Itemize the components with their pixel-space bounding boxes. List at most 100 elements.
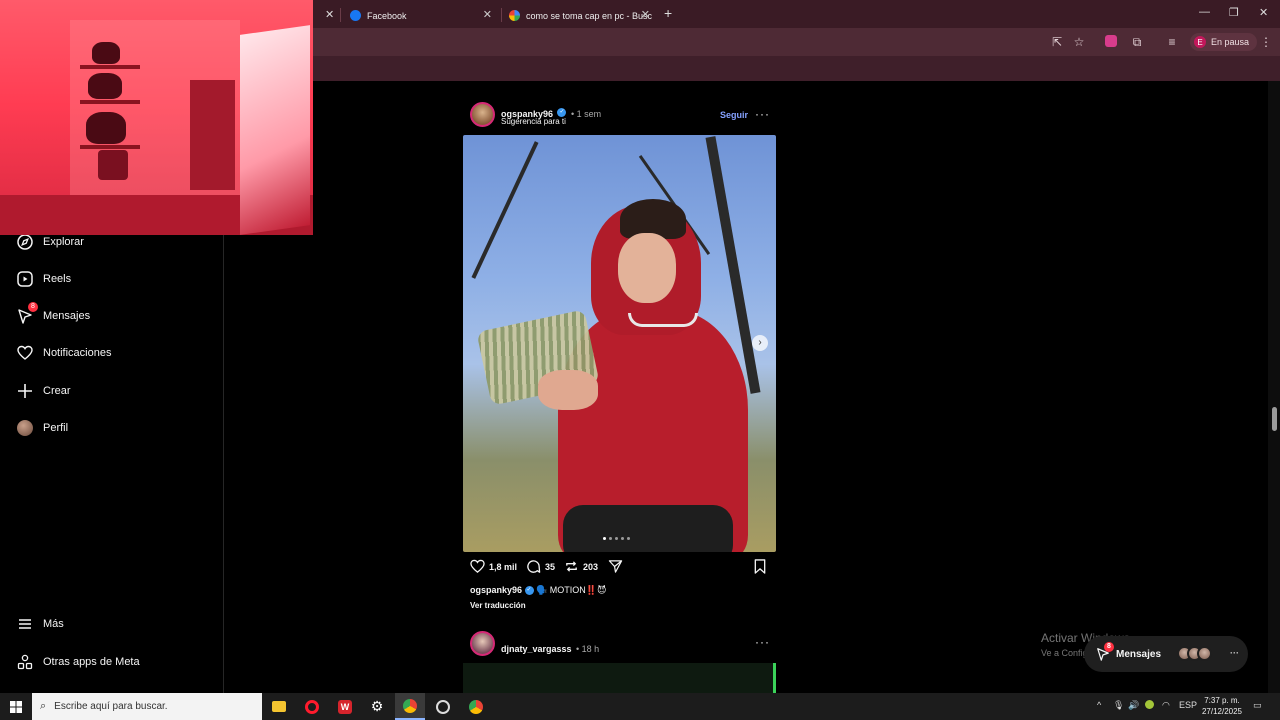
post-image[interactable] <box>463 663 776 693</box>
more-options-icon[interactable]: ··· <box>755 107 770 121</box>
scrollbar-thumb[interactable] <box>1272 407 1277 431</box>
caption-username[interactable]: ogspanky96 <box>470 585 522 595</box>
subject-pants <box>563 505 733 552</box>
repost-button[interactable]: 203 <box>564 559 598 574</box>
comments-count: 35 <box>545 561 556 572</box>
post-time[interactable]: 18 h <box>582 644 600 654</box>
like-button[interactable]: 1,8 mil <box>470 559 517 574</box>
chrome-icon <box>403 698 417 713</box>
file-explorer-button[interactable] <box>264 693 294 720</box>
avatar[interactable] <box>470 631 495 656</box>
post-caption: ogspanky96 ✓ 🗣️ MOTION‼️😈 <box>470 585 606 596</box>
close-window-icon[interactable]: ✕ <box>1259 6 1268 19</box>
see-translation-link[interactable]: Ver traducción <box>470 601 526 610</box>
shelf <box>80 145 140 149</box>
image-edge <box>773 663 776 693</box>
taskbar-clock[interactable]: 7:37 p. m. 27/12/2025 <box>1198 695 1246 717</box>
microphone-icon[interactable]: 🎙 <box>1113 700 1124 711</box>
save-button[interactable] <box>753 559 771 574</box>
reposts-count: 203 <box>583 561 599 572</box>
browser-menu-icon[interactable]: ⋮ <box>1259 35 1273 49</box>
shelf <box>80 100 140 104</box>
media-control-icon[interactable]: ≡ <box>1165 35 1179 49</box>
tab-google-search[interactable]: como se toma cap en pc - Busc ✕ <box>503 3 658 28</box>
sidebar-item-label: Explorar <box>43 236 84 248</box>
extension-badge-icon[interactable] <box>1104 35 1118 49</box>
comment-button[interactable]: 35 <box>526 559 555 574</box>
sidebar-item-explorar[interactable]: Explorar <box>16 232 84 252</box>
settings-button[interactable]: ⚙ <box>362 693 392 720</box>
follow-button[interactable]: Seguir <box>720 110 748 120</box>
post-time[interactable]: 1 sem <box>577 109 602 119</box>
sidebar-item-label: Otras apps de Meta <box>43 656 140 668</box>
chrome-icon <box>469 699 483 714</box>
obs-button[interactable] <box>428 693 458 720</box>
carousel-dot <box>609 537 612 540</box>
more-options-icon[interactable]: ··· <box>755 635 770 649</box>
menu-icon <box>16 615 34 633</box>
windows-icon <box>10 700 22 713</box>
subject-chain <box>628 313 698 327</box>
messages-floating-bar[interactable]: 8 Mensajes ··· <box>1084 636 1248 672</box>
sidebar-item-label: Perfil <box>43 422 69 434</box>
google-icon <box>509 10 520 21</box>
sidebar-item-reels[interactable]: Reels <box>16 269 71 289</box>
post-image[interactable]: › <box>463 135 776 552</box>
doorway <box>190 80 235 190</box>
taskbar-search-input[interactable]: ⌕ Escribe aquí para buscar. <box>32 693 262 720</box>
gear-icon: ⚙ <box>370 698 384 714</box>
carousel-dot <box>615 537 618 540</box>
carousel-dot <box>621 537 624 540</box>
sidebar-item-mensajes[interactable]: 8 Mensajes <box>16 302 90 326</box>
sidebar-item-label: Reels <box>43 273 72 285</box>
start-button[interactable] <box>0 693 32 720</box>
avatar <box>1197 646 1212 661</box>
profile-pause-chip[interactable]: E En pausa <box>1190 33 1258 51</box>
sidebar-item-perfil[interactable]: Perfil <box>16 418 68 438</box>
avatar <box>17 420 33 436</box>
restore-icon[interactable]: ❐ <box>1229 6 1239 19</box>
volume-icon[interactable]: 🔊 <box>1128 700 1139 711</box>
wps-button[interactable]: W <box>330 693 360 720</box>
tab-facebook[interactable]: Facebook ✕ <box>344 3 500 28</box>
notifications-icon[interactable]: ▭ <box>1253 700 1262 711</box>
tree-branch <box>471 141 539 279</box>
language-indicator[interactable]: ESP <box>1179 700 1197 710</box>
share-icon <box>608 560 623 573</box>
sidebar-item-mas[interactable]: Más <box>16 614 64 634</box>
extensions-puzzle-icon[interactable]: ⧉ <box>1130 35 1144 49</box>
post-subtitle: Sugerencia para ti <box>501 117 566 126</box>
compass-icon <box>16 233 34 251</box>
close-tab-icon[interactable]: ✕ <box>325 8 334 21</box>
chrome-button[interactable] <box>395 693 425 720</box>
post-actions: 1,8 mil 35 203 <box>470 559 770 577</box>
opera-icon <box>305 699 319 714</box>
sidebar-item-crear[interactable]: Crear <box>16 381 71 401</box>
sidebar-item-notificaciones[interactable]: Notificaciones <box>16 343 111 363</box>
share-button[interactable] <box>608 559 627 574</box>
bookmark-star-icon[interactable]: ☆ <box>1072 35 1086 49</box>
bookmark-icon <box>754 559 766 574</box>
clock-date: 27/12/2025 <box>1201 707 1243 716</box>
opera-button[interactable] <box>297 693 327 720</box>
profile-status: En pausa <box>1211 37 1250 47</box>
post-header: djnaty_vargasss • 18 h <box>470 631 770 657</box>
sidebar-item-otras-apps[interactable]: Otras apps de Meta <box>16 652 140 672</box>
avatar[interactable] <box>470 102 495 127</box>
scrollbar[interactable] <box>1268 81 1280 693</box>
post-username[interactable]: djnaty_vargasss <box>501 644 572 654</box>
install-app-icon[interactable]: ⇱ <box>1050 35 1064 49</box>
reels-icon <box>16 270 34 288</box>
caption-text: 🗣️ MOTION‼️😈 <box>536 585 607 595</box>
shelf-object <box>86 112 126 144</box>
chrome-profile-button[interactable] <box>461 693 491 720</box>
close-tab-icon[interactable]: ✕ <box>483 8 492 21</box>
carousel-next-icon[interactable]: › <box>752 335 768 351</box>
app-tray-icon[interactable] <box>1145 700 1154 711</box>
new-tab-icon[interactable]: + <box>664 5 672 21</box>
wifi-icon[interactable]: ◠ <box>1162 700 1170 711</box>
tray-expand-icon[interactable]: ^ <box>1097 700 1101 710</box>
folder-icon <box>272 701 286 712</box>
minimize-icon[interactable]: — <box>1199 6 1210 18</box>
close-tab-icon[interactable]: ✕ <box>641 8 650 21</box>
